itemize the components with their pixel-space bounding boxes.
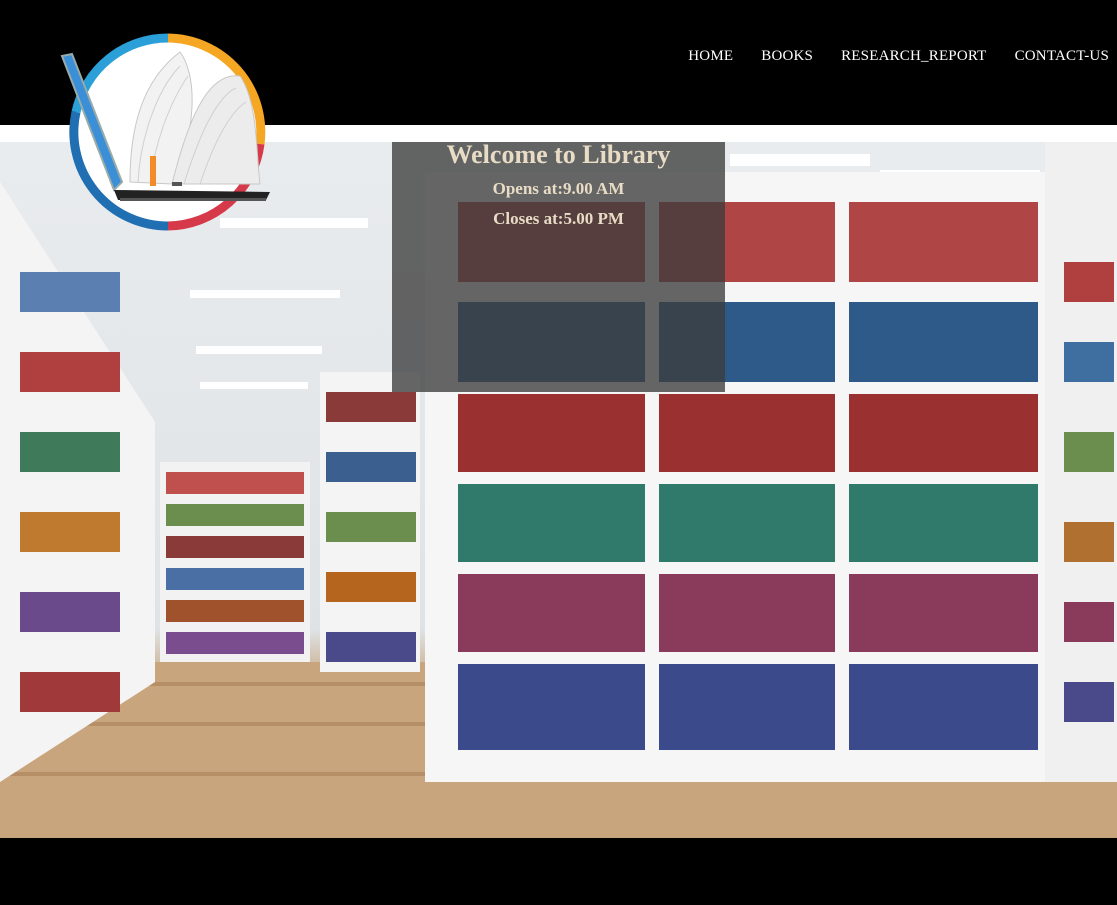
welcome-panel: Welcome to Library Opens at:9.00 AM Clos… <box>392 142 725 392</box>
welcome-title: Welcome to Library <box>446 140 671 169</box>
main-nav: HOME BOOKS RESEARCH_REPORT CONTACT-US <box>688 48 1109 65</box>
library-logo-icon[interactable] <box>60 32 272 232</box>
nav-research-report-link[interactable]: RESEARCH_REPORT <box>841 48 986 65</box>
closing-hours: Closes at:5.00 PM <box>493 209 624 228</box>
nav-contact-us-link[interactable]: CONTACT-US <box>1015 48 1109 65</box>
opening-hours: Opens at:9.00 AM <box>492 179 625 198</box>
nav-home-link[interactable]: HOME <box>688 48 733 65</box>
nav-books-link[interactable]: BOOKS <box>761 48 813 65</box>
footer-bar <box>0 838 1117 905</box>
